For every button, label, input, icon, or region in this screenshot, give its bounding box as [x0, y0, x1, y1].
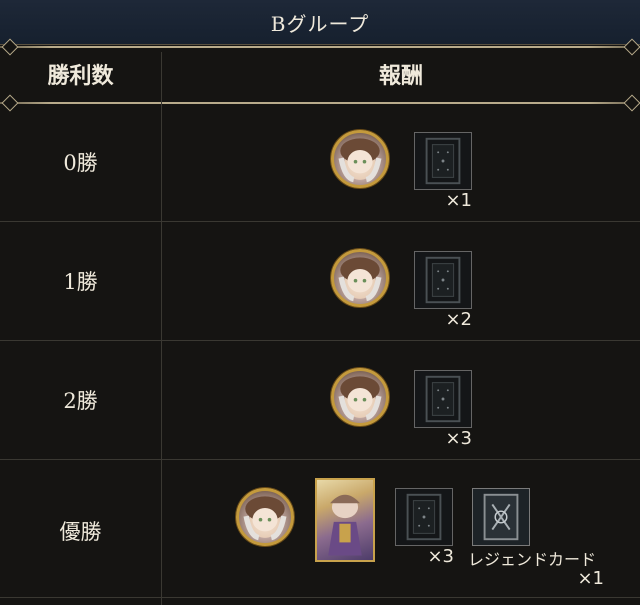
row-wins-label: 2勝 — [63, 389, 98, 413]
character-avatar-icon[interactable] — [331, 368, 389, 426]
row-divider — [0, 340, 640, 341]
reward-quantity: ×1 — [445, 190, 472, 211]
row-divider — [0, 597, 640, 598]
reward-quantity: ×2 — [445, 309, 472, 330]
row-divider — [0, 459, 640, 460]
group-title: Bグループ — [270, 12, 370, 36]
legend-card-icon[interactable] — [472, 488, 530, 546]
row-wins-label: 1勝 — [63, 270, 98, 294]
column-header-wins: 勝利数 — [47, 63, 114, 89]
character-avatar-icon[interactable] — [236, 488, 294, 546]
top-divider — [0, 46, 640, 48]
card-pack-icon[interactable] — [414, 370, 472, 428]
group-header: Bグループ — [0, 0, 640, 45]
character-card-illustration[interactable] — [315, 478, 375, 562]
row-wins-label: 0勝 — [63, 151, 98, 175]
character-avatar-icon[interactable] — [331, 130, 389, 188]
character-avatar-icon[interactable] — [331, 249, 389, 307]
card-pack-icon[interactable] — [414, 251, 472, 309]
header-divider — [0, 102, 640, 104]
card-pack-icon[interactable] — [414, 132, 472, 190]
legend-card-quantity: ×1 — [577, 568, 604, 589]
reward-quantity: ×3 — [427, 546, 454, 567]
legend-card-label: レジェンドカード — [468, 550, 597, 569]
reward-quantity: ×3 — [445, 428, 472, 449]
column-header-reward: 報酬 — [378, 63, 423, 89]
card-pack-icon[interactable] — [395, 488, 453, 546]
row-divider — [0, 221, 640, 222]
row-wins-label: 優勝 — [59, 520, 102, 544]
column-separator — [161, 52, 162, 605]
